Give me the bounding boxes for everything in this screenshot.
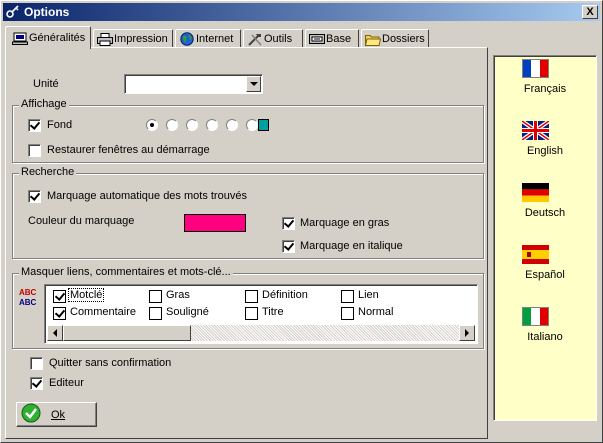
recherche-title: Recherche (19, 166, 77, 178)
italy-flag-icon (522, 307, 549, 326)
restaurer-checkbox[interactable] (28, 144, 41, 157)
language-deutsch[interactable]: Deutsch (494, 183, 596, 223)
folder-icon (365, 32, 381, 46)
tab-panel-generalites: Unité Affichage Fond Restaurer fenêtres … (5, 47, 488, 439)
scroll-thumb[interactable] (63, 325, 191, 341)
couleur-swatch[interactable] (184, 214, 246, 232)
language-panel: Français English Deutsch Español Italian… (493, 55, 597, 421)
window-title: Options (24, 5, 70, 19)
horizontal-scrollbar[interactable] (47, 325, 475, 341)
tab-label: Impression (114, 33, 168, 45)
affichage-title: Affichage (19, 98, 69, 110)
gras-filter-checkbox[interactable] (149, 290, 162, 303)
commentaire-label: Commentaire (70, 306, 137, 318)
marquage-auto-checkbox[interactable] (28, 190, 41, 203)
normal-checkbox[interactable] (341, 307, 354, 320)
language-english[interactable]: English (494, 121, 596, 161)
definition-label: Définition (262, 289, 308, 301)
spain-flag-icon (522, 245, 549, 264)
language-label: Español (525, 269, 565, 281)
motcle-checkbox[interactable] (53, 290, 66, 303)
tab-dossiers[interactable]: Dossiers (361, 29, 429, 48)
tab-label: Dossiers (382, 33, 425, 45)
options-window: Options X Généralités Impression Interne… (0, 0, 603, 443)
definition-checkbox[interactable] (245, 290, 258, 303)
computer-icon (12, 31, 28, 45)
tab-internet[interactable]: Internet (175, 29, 241, 48)
tab-label: Base (326, 33, 352, 45)
globe-icon (179, 32, 195, 46)
quitter-label: Quitter sans confirmation (49, 357, 172, 369)
tab-outils[interactable]: Outils (243, 29, 303, 48)
chevron-down-icon[interactable] (246, 76, 261, 92)
svg-text:ABC: ABC (19, 288, 37, 297)
titre-label: Titre (262, 306, 284, 318)
souligne-label: Souligné (166, 306, 209, 318)
language-italiano[interactable]: Italiano (494, 307, 596, 347)
lien-checkbox[interactable] (341, 290, 354, 303)
tools-icon (247, 32, 263, 46)
language-espanol[interactable]: Español (494, 245, 596, 285)
tab-label: Outils (264, 33, 293, 45)
couleur-label: Couleur du marquage (28, 215, 135, 227)
language-label: Italiano (527, 331, 563, 343)
gras-label: Marquage en gras (300, 217, 390, 229)
fond-radio-4[interactable] (206, 119, 218, 131)
fond-radio-1[interactable] (146, 119, 158, 131)
italique-label: Marquage en italique (300, 240, 403, 252)
unit-label: Unité (33, 78, 59, 90)
close-button[interactable]: X (582, 5, 598, 19)
gras-checkbox[interactable] (282, 217, 295, 230)
tab-label: Généralités (29, 32, 86, 44)
germany-flag-icon (522, 183, 549, 202)
svg-text:ABC: ABC (19, 298, 37, 307)
normal-label: Normal (358, 306, 394, 318)
commentaire-checkbox[interactable] (53, 307, 66, 320)
titre-checkbox[interactable] (245, 307, 258, 320)
uk-flag-icon (522, 121, 549, 140)
database-icon (309, 32, 325, 46)
fond-checkbox[interactable] (28, 119, 41, 132)
fond-radio-2[interactable] (166, 119, 178, 131)
restaurer-label: Restaurer fenêtres au démarrage (47, 144, 210, 156)
spellcheck-abc-icon: ABC ABC (18, 286, 38, 311)
fond-radio-6[interactable] (246, 119, 258, 131)
souligne-checkbox[interactable] (149, 307, 162, 320)
scroll-left-icon[interactable] (47, 325, 63, 341)
tab-impression[interactable]: Impression (93, 29, 173, 48)
language-label: Deutsch (524, 207, 566, 219)
recherche-group: Recherche Marquage automatique des mots … (12, 166, 484, 259)
affichage-group: Affichage Fond Restaurer fenêtres au dém… (12, 98, 484, 163)
fond-color-swatch[interactable] (258, 119, 269, 131)
fond-radio-3[interactable] (186, 119, 198, 131)
masquer-group: Masquer liens, commentaires et mots-clé.… (12, 266, 484, 349)
language-francais[interactable]: Français (494, 59, 596, 99)
editeur-checkbox[interactable] (30, 377, 43, 390)
masquer-listbox[interactable]: Motclé Gras Définition Lien Commentaire … (44, 284, 478, 344)
tab-label: Internet (196, 33, 234, 45)
masquer-title: Masquer liens, commentaires et mots-clé.… (19, 266, 233, 278)
tab-generalites[interactable]: Généralités (5, 26, 91, 49)
fond-radio-5[interactable] (226, 119, 238, 131)
tab-base[interactable]: Base (305, 29, 359, 48)
printer-icon (97, 32, 113, 46)
lien-label: Lien (358, 289, 379, 301)
france-flag-icon (522, 59, 549, 78)
checkmark-icon (21, 403, 41, 426)
quitter-checkbox[interactable] (30, 357, 43, 370)
unit-combobox[interactable] (124, 74, 263, 94)
title-bar: Options X (3, 3, 600, 21)
ok-button[interactable]: Ok (16, 402, 97, 427)
fond-label: Fond (47, 119, 73, 131)
gras-filter-label: Gras (166, 289, 190, 301)
scroll-right-icon[interactable] (459, 325, 475, 341)
marquage-auto-label: Marquage automatique des mots trouvés (47, 190, 247, 202)
language-label: English (526, 145, 564, 157)
key-icon (5, 4, 21, 20)
italique-checkbox[interactable] (282, 240, 295, 253)
editeur-label: Editeur (49, 377, 84, 389)
language-label: Français (523, 83, 567, 95)
motcle-label: Motclé (67, 288, 105, 302)
ok-label: Ok (51, 408, 66, 421)
